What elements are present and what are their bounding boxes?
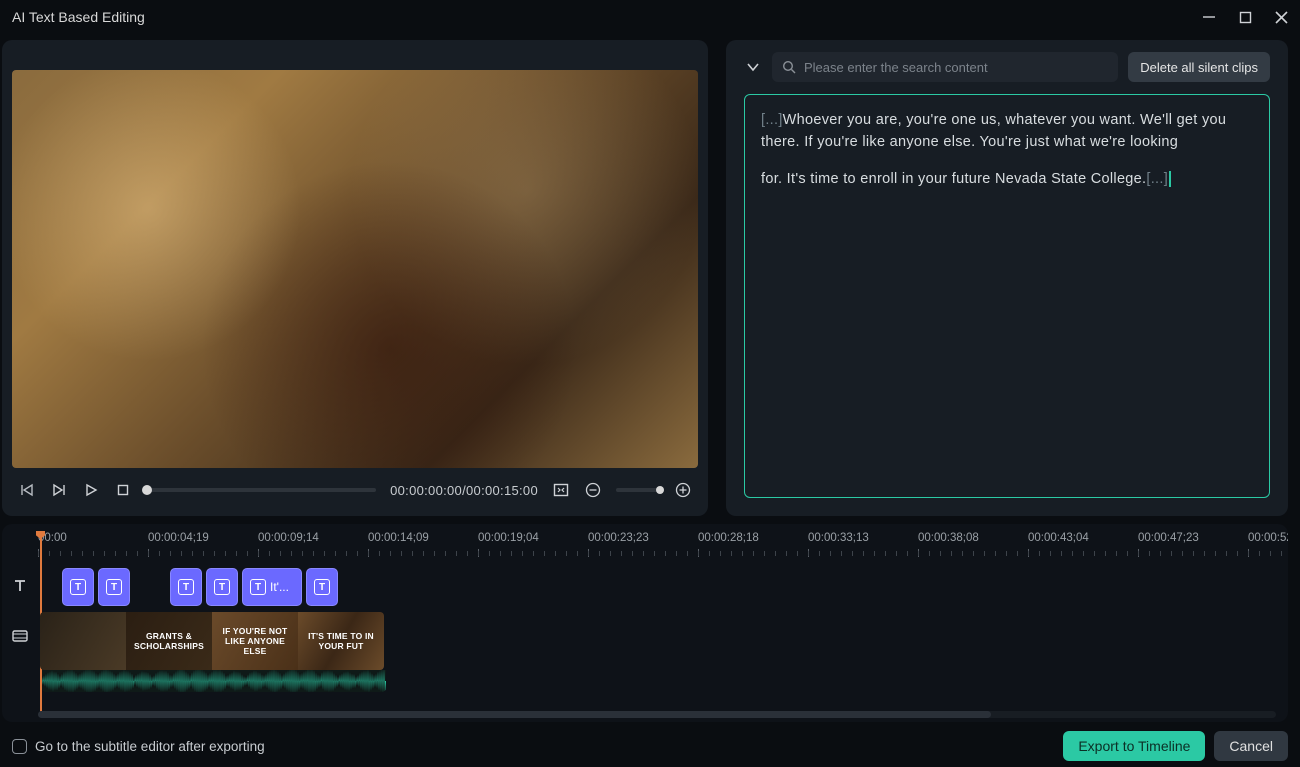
checkbox-label: Go to the subtitle editor after exportin… <box>35 739 265 754</box>
zoom-slider[interactable] <box>616 488 660 492</box>
text-clip-icon: T <box>70 579 86 595</box>
text-clip-icon: T <box>314 579 330 595</box>
ruler-tick: 00:00:28;18 <box>698 532 759 544</box>
video-thumbnail: IF YOU'RE NOT LIKE ANYONE ELSE <box>212 612 298 670</box>
text-cursor <box>1169 171 1171 187</box>
video-thumbnail <box>40 612 126 670</box>
text-clip-label: It'... <box>270 580 289 594</box>
delete-silent-clips-button[interactable]: Delete all silent clips <box>1128 52 1270 82</box>
silence-marker: [...] <box>761 112 783 128</box>
collapse-button[interactable] <box>744 58 762 76</box>
text-clip-icon: T <box>214 579 230 595</box>
search-field[interactable] <box>772 52 1118 82</box>
play-button[interactable] <box>82 481 100 499</box>
timeline-scrollbar[interactable] <box>38 711 1276 718</box>
preview-panel: 00:00:00:00/00:00:15:00 <box>2 40 708 516</box>
text-clip[interactable]: T <box>206 568 238 606</box>
cancel-button[interactable]: Cancel <box>1214 731 1288 761</box>
fullscreen-button[interactable] <box>552 481 570 499</box>
transcript-text-area[interactable]: [...]Whoever you are, you're one us, wha… <box>744 94 1270 498</box>
timeline-ruler[interactable]: 00:0000:00:04;1900:00:09;1400:00:14;0900… <box>38 532 1288 564</box>
title-bar: AI Text Based Editing <box>0 0 1300 34</box>
transcript-text[interactable]: Whoever you are, you're one us, whatever… <box>761 112 1226 150</box>
text-clip[interactable]: T <box>98 568 130 606</box>
ruler-tick: 00:00:52;1 <box>1248 532 1288 544</box>
video-thumbnail: IT'S TIME TO IN YOUR FUT <box>298 612 384 670</box>
next-frame-button[interactable] <box>50 481 68 499</box>
ruler-tick: 00:00:43;04 <box>1028 532 1089 544</box>
timeline-panel: 00:0000:00:04;1900:00:09;1400:00:14;0900… <box>2 524 1288 722</box>
ruler-tick: 00:00:47;23 <box>1138 532 1199 544</box>
zoom-out-button[interactable] <box>584 481 602 499</box>
text-track-icon <box>2 578 38 594</box>
ruler-tick: 00:00:04;19 <box>148 532 209 544</box>
maximize-button[interactable] <box>1238 10 1252 24</box>
video-preview[interactable] <box>12 70 698 468</box>
stop-button[interactable] <box>114 481 132 499</box>
video-thumbnail: GRANTS & SCHOLARSHIPS <box>126 612 212 670</box>
video-track-icon <box>2 628 38 644</box>
export-to-timeline-button[interactable]: Export to Timeline <box>1063 731 1205 761</box>
footer: Go to the subtitle editor after exportin… <box>0 730 1300 762</box>
text-clip-icon: T <box>178 579 194 595</box>
text-clip[interactable]: T <box>62 568 94 606</box>
close-button[interactable] <box>1274 10 1288 24</box>
text-clip[interactable]: T It'... <box>242 568 302 606</box>
ruler-tick: 00:00:23;23 <box>588 532 649 544</box>
timecode-display: 00:00:00:00/00:00:15:00 <box>390 483 538 498</box>
text-clip-icon: T <box>106 579 122 595</box>
text-clip-icon: T <box>250 579 266 595</box>
transcript-panel: Delete all silent clips [...]Whoever you… <box>726 40 1288 516</box>
video-clip[interactable]: 15 second video GRANTS & SCHOLARSHIPS IF… <box>40 612 384 670</box>
text-clip[interactable]: T <box>170 568 202 606</box>
zoom-in-button[interactable] <box>674 481 692 499</box>
ruler-tick: 00:00:33;13 <box>808 532 869 544</box>
text-clip[interactable]: T <box>306 568 338 606</box>
ruler-tick: 00:00:19;04 <box>478 532 539 544</box>
minimize-button[interactable] <box>1202 10 1216 24</box>
ruler-tick: 00:00:14;09 <box>368 532 429 544</box>
progress-slider[interactable] <box>146 488 376 492</box>
subtitle-editor-checkbox[interactable] <box>12 739 27 754</box>
player-controls: 00:00:00:00/00:00:15:00 <box>2 468 708 512</box>
ruler-tick: 00:00:38;08 <box>918 532 979 544</box>
audio-waveform[interactable] <box>42 670 386 692</box>
prev-frame-button[interactable] <box>18 481 36 499</box>
video-track: 15 second video GRANTS & SCHOLARSHIPS IF… <box>38 612 1288 670</box>
search-input[interactable] <box>804 60 1108 75</box>
transcript-text[interactable]: for. It's time to enroll in your future … <box>761 171 1146 187</box>
text-track: T T T T T It'... T <box>38 568 1288 606</box>
ruler-tick: 00:00:09;14 <box>258 532 319 544</box>
window-title: AI Text Based Editing <box>12 9 145 25</box>
search-icon <box>782 60 796 74</box>
silence-marker: [...] <box>1146 171 1168 187</box>
